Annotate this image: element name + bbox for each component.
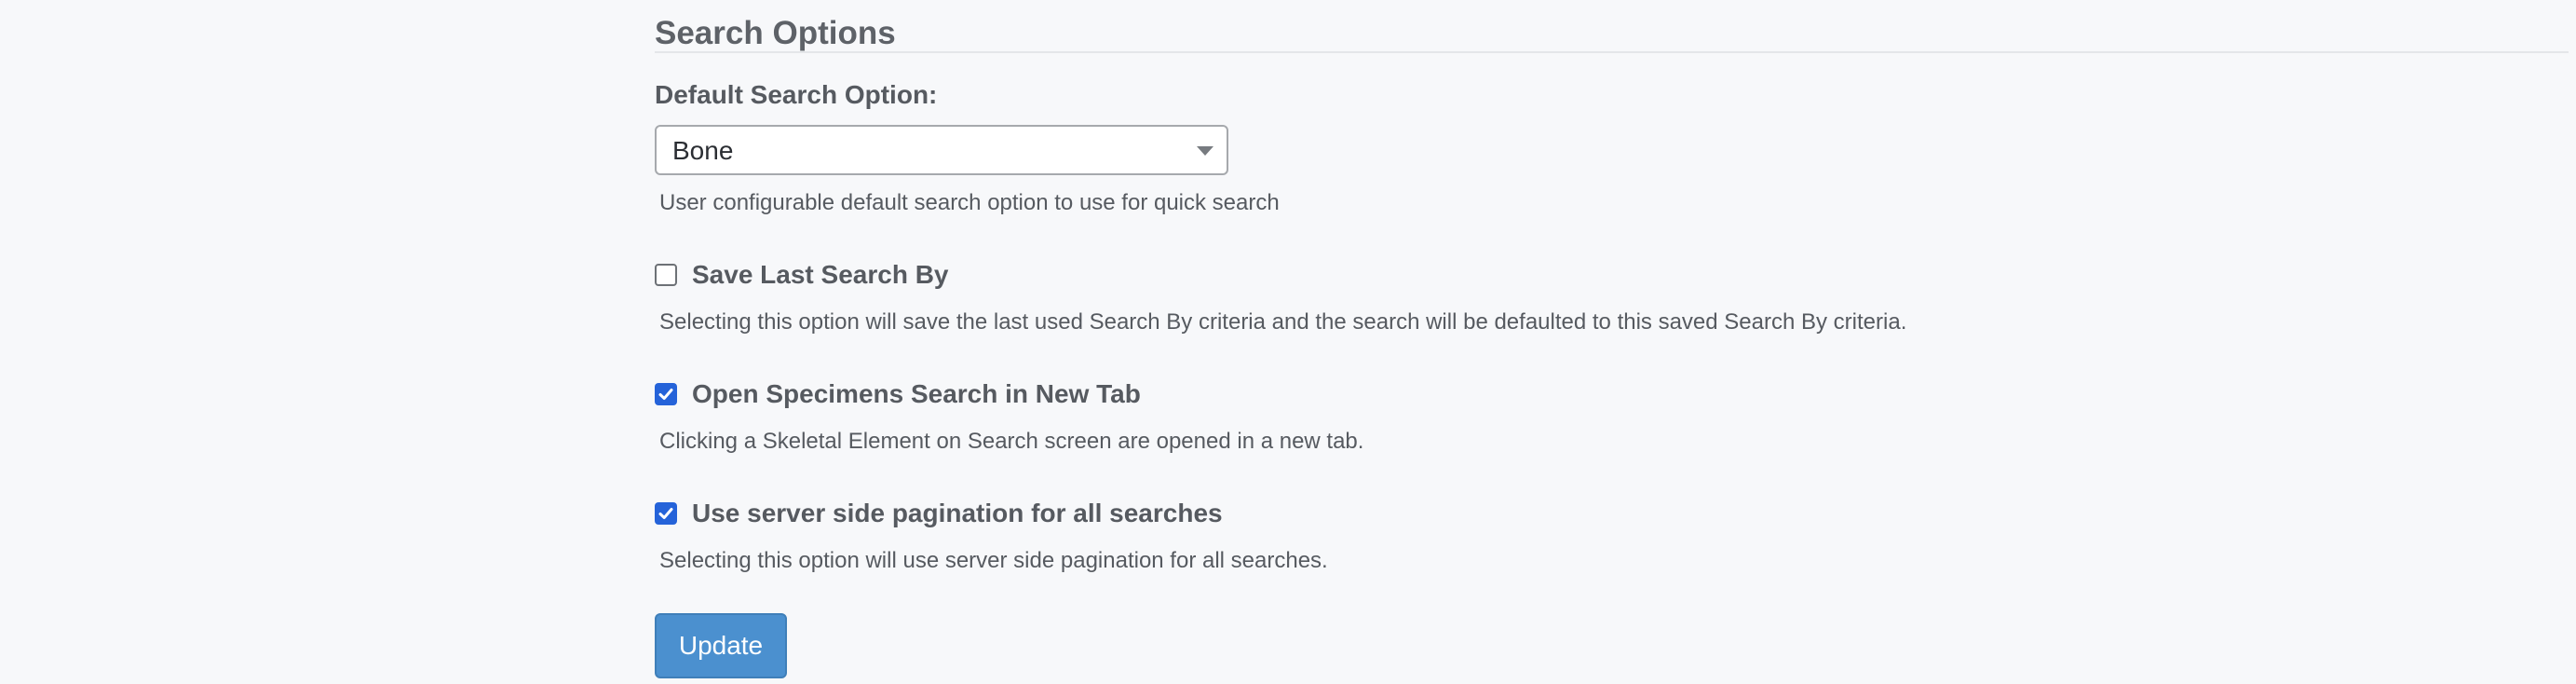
search-options-panel: Search Options Default Search Option: Bo…: [655, 0, 2569, 684]
default-search-option-select[interactable]: Bone: [655, 125, 1228, 175]
open-specimens-new-tab-help: Clicking a Skeletal Element on Search sc…: [659, 429, 1364, 454]
chevron-down-icon: [1197, 146, 1213, 156]
section-title: Search Options: [655, 15, 896, 51]
checkmark-icon: [658, 508, 673, 519]
default-search-option-help: User configurable default search option …: [659, 190, 1280, 215]
server-side-pagination-help: Selecting this option will use server si…: [659, 548, 1328, 573]
section-divider: [655, 51, 2569, 53]
save-last-search-by-help: Selecting this option will save the last…: [659, 309, 1907, 335]
open-specimens-new-tab-checkbox[interactable]: [655, 383, 677, 405]
default-search-option-value: Bone: [672, 136, 734, 165]
checkmark-icon: [658, 389, 673, 400]
open-specimens-new-tab-label[interactable]: Open Specimens Search in New Tab: [692, 376, 1141, 412]
save-last-search-by-label[interactable]: Save Last Search By: [692, 257, 949, 293]
update-button[interactable]: Update: [655, 613, 787, 678]
default-search-option-label: Default Search Option:: [655, 80, 938, 109]
server-side-pagination-checkbox[interactable]: [655, 502, 677, 525]
save-last-search-by-checkbox[interactable]: [655, 264, 677, 286]
server-side-pagination-label[interactable]: Use server side pagination for all searc…: [692, 496, 1223, 531]
